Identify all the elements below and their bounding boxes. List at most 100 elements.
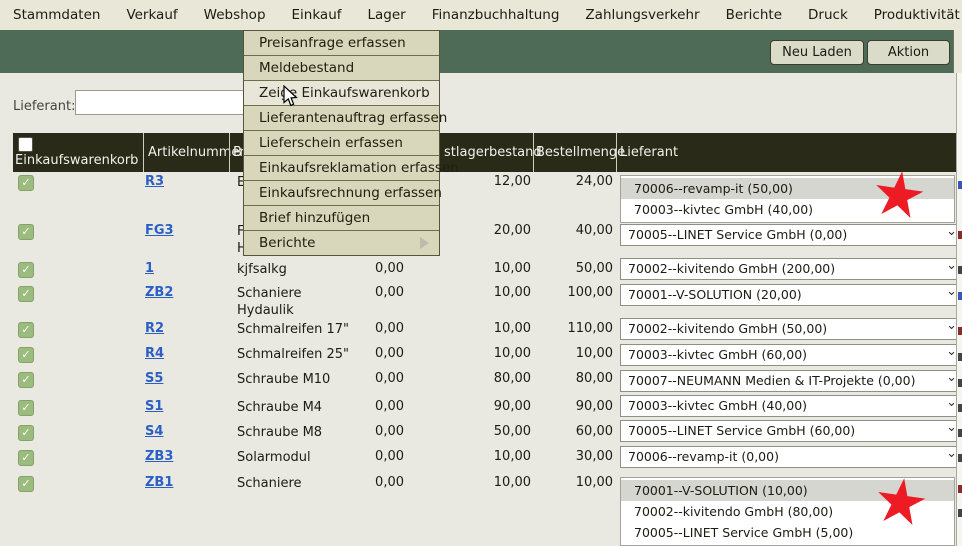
supplier-select-value: 70005--LINET Service GmbH (60,00)	[628, 423, 855, 438]
einkauf-dropdown-menu: Preisanfrage erfassen Meldebestand Zeige E…	[243, 30, 440, 256]
toolbar: Neu Laden Aktion	[0, 30, 962, 73]
supplier-select-value: 70005--LINET Service GmbH (0,00)	[628, 227, 847, 242]
menubar-item-berichte[interactable]: Berichte	[713, 0, 795, 30]
stock-value: 0,00	[300, 475, 404, 490]
menu-item-label: Lieferantenauftrag erfassen	[259, 110, 447, 126]
menu-item-label: Meldebestand	[259, 60, 354, 76]
order-qty-value: 100,00	[510, 285, 613, 300]
article-link[interactable]: ZB1	[145, 475, 173, 490]
menubar-item-produktivitt[interactable]: Produktivität	[861, 0, 962, 30]
description-line: Schaniere	[237, 475, 302, 492]
supplier-select[interactable]: 70002--kivitendo GmbH (200,00)⌄	[620, 258, 962, 280]
order-qty-value: 110,00	[510, 321, 613, 336]
article-link[interactable]: R3	[145, 174, 164, 189]
row-checkbox[interactable]: ✓	[18, 224, 34, 240]
stock-value: 0,00	[300, 261, 404, 276]
supplier-select[interactable]: 70003--kivtec GmbH (60,00)⌄	[620, 344, 962, 366]
article-link[interactable]: ZB2	[145, 285, 173, 300]
description-line: Hydaulik	[237, 302, 302, 319]
row-checkbox[interactable]: ✓	[18, 450, 34, 466]
menu-item-label: Einkaufsrechnung erfassen	[259, 185, 442, 201]
article-link[interactable]: ZB3	[145, 449, 173, 464]
row-checkbox[interactable]: ✓	[18, 400, 34, 416]
table-body: ✓R3E12,0024,0070006--revamp-it (50,00)70…	[0, 0, 962, 546]
menubar-item-einkauf[interactable]: Einkauf	[279, 0, 355, 30]
reload-button[interactable]: Neu Laden	[770, 40, 864, 65]
order-qty-value: 10,00	[510, 346, 613, 361]
supplier-select[interactable]: 70002--kivitendo GmbH (50,00)⌄	[620, 318, 962, 340]
article-link[interactable]: R4	[145, 346, 164, 361]
menu-item-label: Brief hinzufügen	[259, 210, 370, 226]
app-window: StammdatenVerkaufWebshopEinkaufLagerFina…	[0, 0, 962, 546]
supplier-select[interactable]: 70003--kivtec GmbH (40,00)⌄	[620, 395, 962, 417]
row-checkbox[interactable]: ✓	[18, 476, 34, 492]
order-qty-value: 90,00	[510, 399, 613, 414]
order-qty-value: 60,00	[510, 424, 613, 439]
supplier-select[interactable]: 70005--LINET Service GmbH (0,00)⌄	[620, 224, 962, 246]
menu-item-brief-hinzuf-gen[interactable]: Brief hinzufügen	[244, 206, 439, 231]
select-all-checkbox[interactable]	[18, 137, 33, 152]
stock-value: 0,00	[300, 399, 404, 414]
supplier-select-value: 70003--kivtec GmbH (40,00)	[628, 398, 807, 413]
viewport-clipped-column	[956, 73, 962, 546]
header-supplier: Lieferant	[620, 145, 678, 160]
action-button[interactable]: Aktion	[867, 40, 950, 65]
menubar-item-lager[interactable]: Lager	[355, 0, 419, 30]
article-link[interactable]: S5	[145, 371, 163, 386]
description-line: kjfsalkg	[237, 261, 287, 278]
stock-value: 0,00	[300, 424, 404, 439]
order-qty-value: 30,00	[510, 449, 613, 464]
row-checkbox[interactable]: ✓	[18, 286, 34, 302]
row-checkbox[interactable]: ✓	[18, 372, 34, 388]
supplier-select-value: 70007--NEUMANN Medien & IT-Projekte (0,0…	[628, 373, 915, 388]
menu-item-zeige-einkaufswarenkorb[interactable]: Zeige Einkaufswarenkorb	[244, 81, 439, 106]
stock-value: 0,00	[300, 449, 404, 464]
supplier-select[interactable]: 70001--V-SOLUTION (20,00)⌄	[620, 284, 962, 306]
annotation-star-icon	[871, 167, 927, 221]
header-separator	[533, 133, 534, 172]
menu-item-label: Einkaufsreklamation erfassen	[259, 160, 459, 176]
menubar-item-finanzbuchhaltung[interactable]: Finanzbuchhaltung	[419, 0, 573, 30]
menubar-item-stammdaten[interactable]: Stammdaten	[0, 0, 113, 30]
mouse-cursor-icon	[283, 85, 299, 107]
menu-item-einkaufsrechnung-erfassen[interactable]: Einkaufsrechnung erfassen	[244, 181, 439, 206]
menu-item-einkaufsreklamation-erfassen[interactable]: Einkaufsreklamation erfassen	[244, 156, 439, 181]
menu-item-lieferantenauftrag-erfassen[interactable]: Lieferantenauftrag erfassen	[244, 106, 439, 131]
row-checkbox[interactable]: ✓	[18, 262, 34, 278]
row-checkbox[interactable]: ✓	[18, 347, 34, 363]
row-checkbox[interactable]: ✓	[18, 175, 34, 191]
supplier-select[interactable]: 70006--revamp-it (0,00)⌄	[620, 446, 962, 468]
order-qty-value: 80,00	[510, 371, 613, 386]
menu-item-lieferschein-erfassen[interactable]: Lieferschein erfassen	[244, 131, 439, 156]
article-link[interactable]: FG3	[145, 223, 174, 238]
article-link[interactable]: S1	[145, 399, 163, 414]
order-qty-value: 10,00	[510, 475, 613, 490]
supplier-select-value: 70003--kivtec GmbH (60,00)	[628, 347, 807, 362]
header-description-clipped: B	[233, 145, 242, 160]
menu-item-berichte[interactable]: Berichte	[244, 231, 439, 255]
order-qty-value: 24,00	[510, 174, 613, 189]
header-separator	[229, 133, 230, 172]
supplier-select[interactable]: 70005--LINET Service GmbH (60,00)⌄	[620, 420, 962, 442]
stock-value: 0,00	[300, 321, 404, 336]
article-link[interactable]: 1	[145, 261, 154, 276]
menu-item-preisanfrage-erfassen[interactable]: Preisanfrage erfassen	[244, 31, 439, 56]
menu-item-meldebestand[interactable]: Meldebestand	[244, 56, 439, 81]
table-header: Einkaufswarenkorb Artikelnummer B stlage…	[13, 133, 956, 172]
menubar-item-druck[interactable]: Druck	[795, 0, 861, 30]
supplier-select[interactable]: 70007--NEUMANN Medien & IT-Projekte (0,0…	[620, 370, 962, 392]
menubar-item-verkauf[interactable]: Verkauf	[113, 0, 190, 30]
order-qty-value: 50,00	[510, 261, 613, 276]
menu-item-label: Berichte	[259, 235, 315, 251]
stock-value: 0,00	[300, 346, 404, 361]
article-description: Schaniere	[237, 475, 302, 492]
header-cart: Einkaufswarenkorb	[15, 153, 138, 168]
menubar-item-zahlungsverkehr[interactable]: Zahlungsverkehr	[572, 0, 712, 30]
article-link[interactable]: S4	[145, 424, 163, 439]
row-checkbox[interactable]: ✓	[18, 322, 34, 338]
menu-item-label: Preisanfrage erfassen	[259, 35, 406, 51]
menubar-item-webshop[interactable]: Webshop	[191, 0, 279, 30]
article-link[interactable]: R2	[145, 321, 164, 336]
header-separator	[143, 133, 144, 172]
row-checkbox[interactable]: ✓	[18, 425, 34, 441]
